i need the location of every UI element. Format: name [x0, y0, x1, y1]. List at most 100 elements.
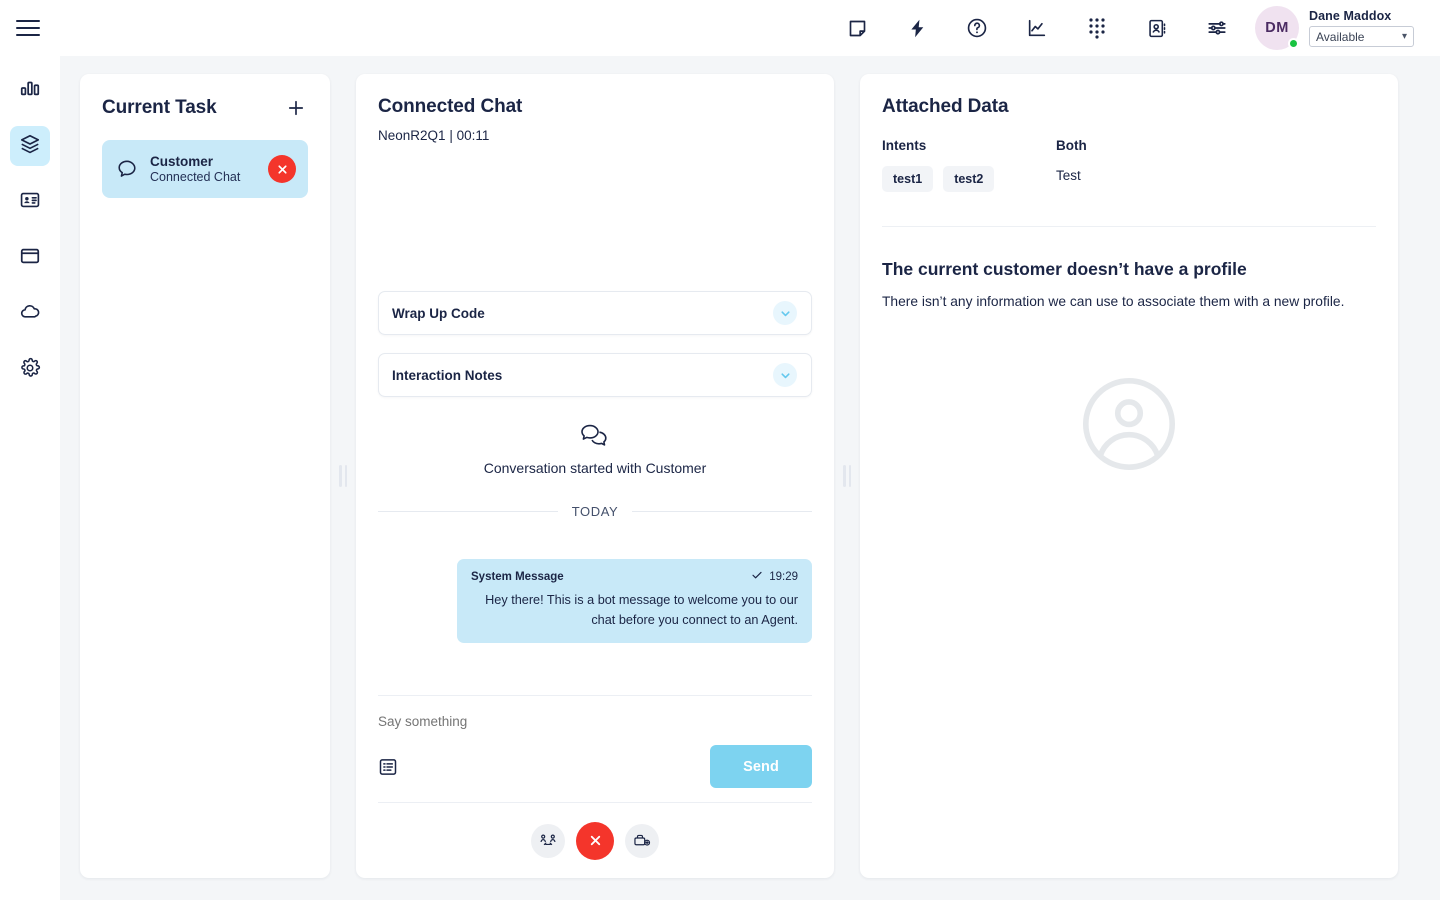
hamburger-bar: [16, 34, 40, 37]
message-input[interactable]: [378, 710, 812, 745]
grip-bars: [843, 465, 851, 487]
sidebar-item-cloud[interactable]: [10, 294, 50, 334]
status-dot: [1288, 38, 1299, 49]
chevron-down-icon: [773, 363, 797, 387]
chat-session-info: NeonR2Q1 | 00:11: [378, 128, 812, 143]
cloud-icon: [19, 300, 42, 328]
message-meta: 19:29: [751, 569, 798, 584]
help-icon[interactable]: [957, 8, 997, 48]
transfer-button[interactable]: [531, 824, 565, 858]
message-time: 19:29: [769, 571, 798, 583]
conversation-start-text: Conversation started with Customer: [378, 460, 812, 476]
check-icon: [751, 569, 763, 584]
hamburger-icon[interactable]: [0, 0, 56, 56]
status-select[interactable]: Available ▾: [1309, 26, 1414, 47]
task-text: Customer Connected Chat: [150, 154, 256, 184]
chevron-down-icon: [773, 301, 797, 325]
panel-resize-handle-left[interactable]: [330, 74, 356, 878]
user-text-block: Dane Maddox Available ▾: [1309, 9, 1414, 47]
chat-contact-id: NeonR2Q1: [378, 128, 446, 143]
field-key: Both: [1056, 138, 1230, 153]
contacts-icon[interactable]: [1137, 8, 1177, 48]
top-bar-icon-group: [837, 8, 1247, 48]
canned-response-icon[interactable]: [378, 757, 398, 777]
chip[interactable]: test1: [882, 166, 933, 192]
user-name: Dane Maddox: [1309, 9, 1414, 23]
bar-chart-icon: [19, 77, 41, 104]
task-panel-header: Current Task: [102, 96, 308, 120]
task-card[interactable]: Customer Connected Chat: [102, 140, 308, 198]
window-icon: [19, 245, 41, 272]
attached-data-grid: Intents test1 test2 Both Test: [882, 138, 1376, 192]
chat-bubble-icon: [116, 158, 138, 180]
profile-empty-title: The current customer doesn’t have a prof…: [882, 259, 1376, 280]
panel-resize-handle-right[interactable]: [834, 74, 860, 878]
chat-duration: 00:11: [457, 128, 490, 143]
conference-button[interactable]: [625, 824, 659, 858]
workspace: Current Task Customer Connected Chat: [60, 56, 1440, 900]
grip-bars: [339, 465, 347, 487]
attached-data-panel: Attached Data Intents test1 test2 Both T…: [860, 74, 1398, 878]
status-select-value: Available: [1316, 30, 1364, 44]
chevron-down-icon: ▾: [1402, 31, 1407, 42]
task-title: Customer: [150, 154, 256, 169]
avatar-wrapper: DM: [1255, 6, 1299, 50]
contact-card-icon: [19, 189, 41, 216]
hamburger-bars: [16, 15, 40, 41]
field-key: Intents: [882, 138, 1056, 153]
day-divider-label: TODAY: [572, 504, 619, 519]
current-task-panel: Current Task Customer Connected Chat: [80, 74, 330, 878]
attached-data-title: Attached Data: [882, 96, 1376, 118]
chat-info-separator: |: [449, 128, 453, 143]
chat-panel-title: Connected Chat: [378, 96, 812, 118]
chat-top-spacer: [378, 143, 812, 291]
page-title: Current Task: [102, 97, 217, 119]
sidebar-item-workspace[interactable]: [10, 126, 50, 166]
wrap-up-code-label: Wrap Up Code: [392, 306, 485, 321]
lightning-icon[interactable]: [897, 8, 937, 48]
layers-icon: [19, 133, 41, 160]
hamburger-bar: [16, 20, 40, 23]
sidebar-item-window[interactable]: [10, 238, 50, 278]
close-icon[interactable]: [268, 155, 296, 183]
app-root: DM Dane Maddox Available ▾: [0, 0, 1440, 900]
wrap-up-code-accordion[interactable]: Wrap Up Code: [378, 291, 812, 335]
section-divider: [882, 226, 1376, 227]
message-bubble: System Message 19:29 Hey there! This is …: [457, 559, 812, 643]
gear-icon: [19, 357, 41, 384]
sidebar-item-dashboard[interactable]: [10, 70, 50, 110]
sidebar-item-contacts[interactable]: [10, 182, 50, 222]
plus-icon[interactable]: [284, 96, 308, 120]
day-divider: TODAY: [378, 504, 812, 519]
divider-line-right: [632, 511, 812, 512]
attached-data-field-both: Both Test: [1056, 138, 1230, 192]
call-action-bar: [378, 802, 812, 878]
attached-data-field-intents: Intents test1 test2: [882, 138, 1056, 192]
sidebar-item-settings[interactable]: [10, 350, 50, 390]
interaction-notes-accordion[interactable]: Interaction Notes: [378, 353, 812, 397]
hamburger-bar: [16, 27, 40, 30]
top-bar: DM Dane Maddox Available ▾: [0, 0, 1440, 56]
settings-sliders-icon[interactable]: [1197, 8, 1237, 48]
chat-bubbles-icon: [378, 423, 812, 449]
note-icon[interactable]: [837, 8, 877, 48]
composer-tools: [378, 757, 398, 777]
dialpad-icon[interactable]: [1077, 8, 1117, 48]
send-button[interactable]: Send: [710, 745, 812, 788]
user-profile-block[interactable]: DM Dane Maddox Available ▾: [1247, 6, 1440, 50]
chip-group: test1 test2: [882, 166, 1056, 192]
chip[interactable]: test2: [943, 166, 994, 192]
analytics-icon[interactable]: [1017, 8, 1057, 48]
message-body: Hey there! This is a bot message to welc…: [471, 591, 798, 630]
message-author: System Message: [471, 571, 564, 583]
divider-line-left: [378, 511, 558, 512]
task-subtitle: Connected Chat: [150, 170, 256, 184]
interaction-notes-label: Interaction Notes: [392, 368, 502, 383]
conversation-start-block: Conversation started with Customer: [378, 423, 812, 476]
message-composer: Send: [378, 695, 812, 788]
left-rail: [0, 56, 60, 900]
end-interaction-button[interactable]: [576, 822, 614, 860]
profile-empty-description: There isn’t any information we can use t…: [882, 291, 1352, 312]
message-header: System Message 19:29: [471, 569, 798, 584]
connected-chat-panel: Connected Chat NeonR2Q1 | 00:11 Wrap Up …: [356, 74, 834, 878]
